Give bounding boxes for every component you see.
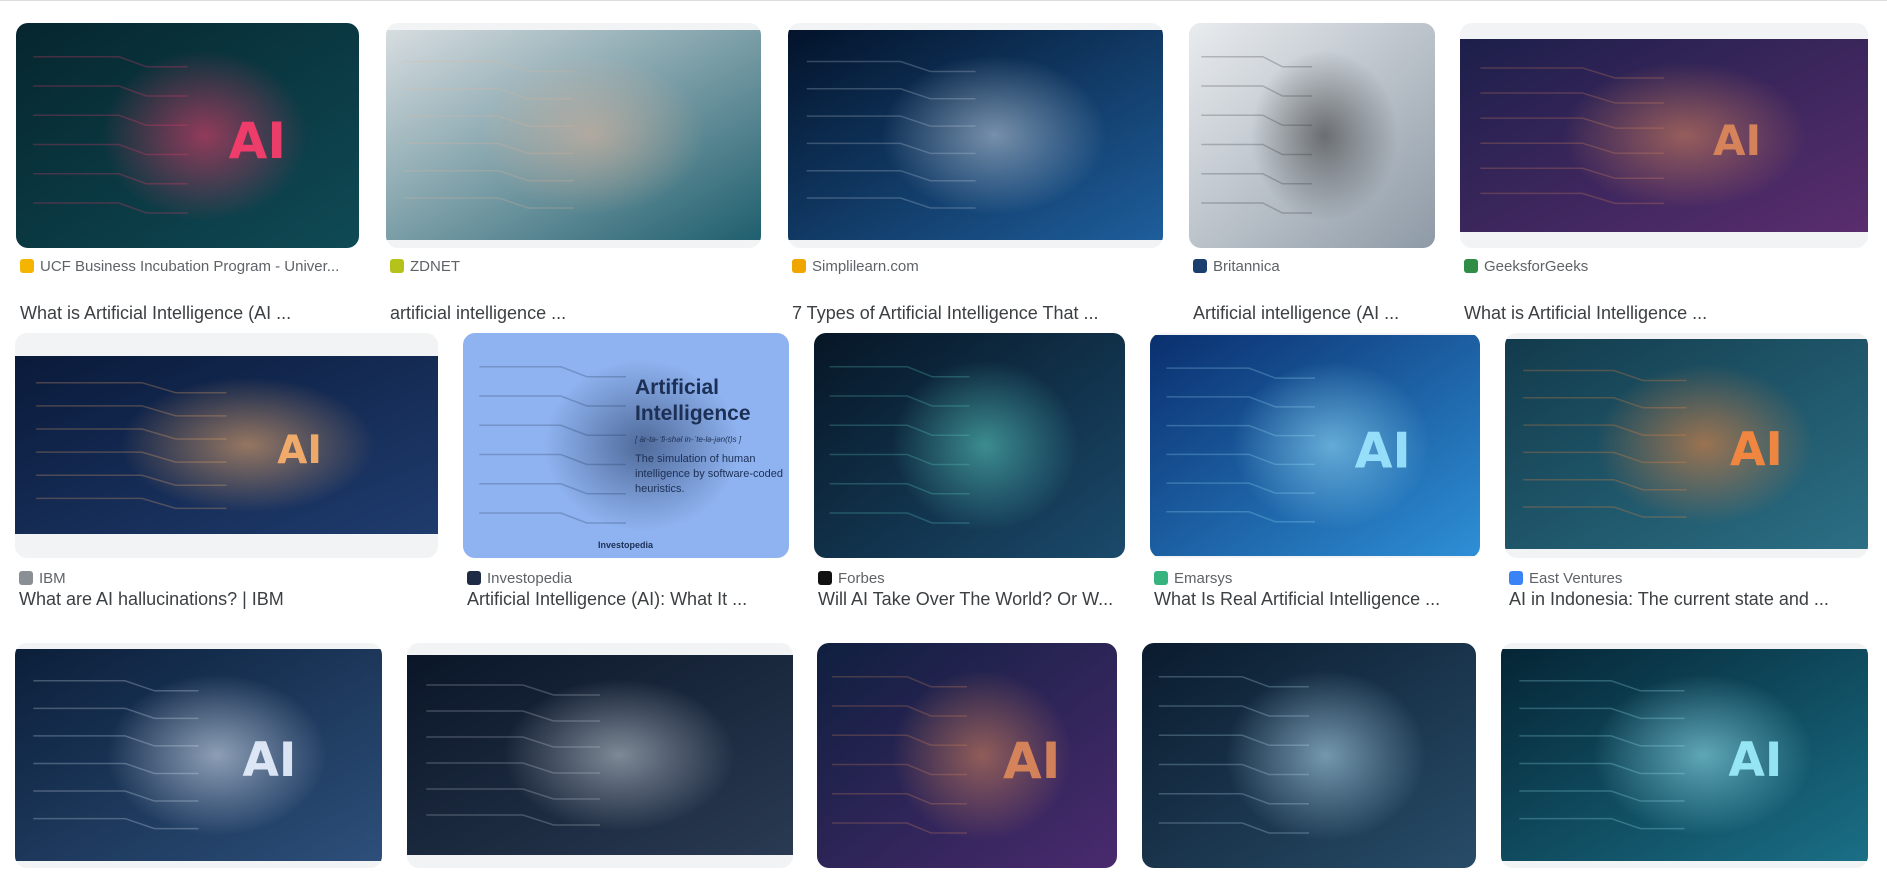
result-card[interactable]: AI [15,643,382,874]
forbes-favicon-icon [818,571,832,585]
thumbnail-image: AI [1150,335,1480,556]
result-card[interactable]: Britannica Artificial intelligence (AI .… [1189,23,1435,323]
result-card[interactable]: AI East Ventures AI in Indonesia: The cu… [1505,333,1868,615]
top-divider [0,0,1887,1]
result-thumbnail[interactable] [814,333,1125,558]
card-pronunciation: [ är-tə-ˈfi-shəl in-ˈte-lə-jən(t)s ] [635,435,742,444]
zdnet-favicon-icon [390,259,404,273]
thumbnail-image [386,30,761,240]
result-card[interactable]: AI GeeksforGeeks What is Artificial Inte… [1460,23,1868,323]
result-thumbnail[interactable]: AI [1505,333,1868,558]
svg-text:AI: AI [277,428,322,473]
thumbnail-image [1189,23,1435,248]
thumbnail-image: AI [1501,649,1868,861]
thumbnail-image [1142,643,1476,868]
thumbnail-image: AI [15,649,382,861]
svg-text:AI: AI [1355,423,1411,480]
result-thumbnail[interactable] [1189,23,1435,248]
svg-text:AI: AI [229,112,286,170]
result-source[interactable]: Simplilearn.com [792,257,1167,275]
geeksforgeeks-favicon-icon [1464,259,1478,273]
result-thumbnail[interactable]: AI [1150,333,1480,558]
result-thumbnail[interactable]: AI [16,23,359,248]
result-thumbnail[interactable] [386,23,761,248]
result-card[interactable]: AI Emarsys What Is Real Artificial Intel… [1150,333,1480,615]
result-thumbnail[interactable]: AI [817,643,1117,868]
result-thumbnail[interactable] [1142,643,1476,868]
result-source[interactable]: Britannica [1193,257,1439,275]
result-source[interactable]: Investopedia [467,569,793,587]
ucf-favicon-icon [20,259,34,273]
thumbnail-image: AI [1505,339,1868,549]
card-body: The simulation of human intelligence by … [635,453,783,495]
card-heading: Artificial Intelligence [635,376,751,425]
result-source[interactable]: ZDNET [390,257,765,275]
thumbnail-image [814,333,1125,558]
investopedia-favicon-icon [467,571,481,585]
result-thumbnail[interactable]: AI [1501,643,1868,868]
result-card[interactable] [1142,643,1476,874]
result-thumbnail[interactable] [788,23,1163,248]
result-title[interactable]: What Is Real Artificial Intelligence ... [1154,587,1484,611]
result-card[interactable] [407,643,793,874]
result-title[interactable]: artificial intelligence ... [390,301,765,325]
result-card[interactable]: Simplilearn.com 7 Types of Artificial In… [788,23,1163,323]
svg-text:AI: AI [1003,732,1060,790]
result-card[interactable]: Forbes Will AI Take Over The World? Or W… [814,333,1125,615]
thumbnail-image: AI [15,356,438,534]
result-title[interactable]: 7 Types of Artificial Intelligence That … [792,301,1167,325]
result-source[interactable]: IBM [19,569,442,587]
result-title[interactable]: Artificial intelligence (AI ... [1193,301,1439,325]
britannica-favicon-icon [1193,259,1207,273]
result-card[interactable]: AI [817,643,1117,874]
result-title[interactable]: Will AI Take Over The World? Or W... [818,587,1129,611]
svg-text:AI: AI [1730,422,1783,476]
result-card[interactable]: Artificial Intelligence [ är-tə-ˈfi-shəl… [463,333,789,615]
ibm-favicon-icon [19,571,33,585]
result-title[interactable]: What are AI hallucinations? | IBM [19,587,442,611]
emarsys-favicon-icon [1154,571,1168,585]
simplilearn-favicon-icon [792,259,806,273]
result-card[interactable]: AI UCF Business Incubation Program - Uni… [16,23,359,323]
result-source[interactable]: East Ventures [1509,569,1872,587]
result-thumbnail[interactable]: AI [15,333,438,558]
thumbnail-image: AI [16,23,359,248]
thumbnail-image: AI [1460,39,1868,232]
thumbnail-image [788,30,1163,240]
result-title[interactable]: Artificial Intelligence (AI): What It ..… [467,587,793,611]
result-title[interactable]: AI in Indonesia: The current state and .… [1509,587,1872,611]
result-thumbnail[interactable]: AI [1460,23,1868,248]
investopedia-card-text: Artificial Intelligence [ är-tə-ˈfi-shəl… [635,375,785,497]
thumbnail-image [407,655,793,855]
result-thumbnail[interactable] [407,643,793,868]
result-card[interactable]: AI IBM What are AI hallucinations? | IBM [15,333,438,615]
result-source[interactable]: Forbes [818,569,1129,587]
eastventures-favicon-icon [1509,571,1523,585]
investopedia-brand: Investopedia [598,540,654,550]
result-card[interactable]: ZDNET artificial intelligence ... [386,23,761,323]
result-thumbnail[interactable]: Artificial Intelligence [ är-tə-ˈfi-shəl… [463,333,789,558]
result-source[interactable]: UCF Business Incubation Program - Univer… [20,257,363,275]
thumbnail-image: AI [817,643,1117,868]
result-thumbnail[interactable]: AI [15,643,382,868]
svg-text:AI: AI [1713,116,1761,165]
result-source[interactable]: Emarsys [1154,569,1484,587]
result-card[interactable]: AI [1501,643,1868,874]
svg-text:AI: AI [243,733,297,788]
result-title[interactable]: What is Artificial Intelligence ... [1464,301,1872,325]
result-source[interactable]: GeeksforGeeks [1464,257,1872,275]
svg-text:AI: AI [1729,733,1783,788]
result-title[interactable]: What is Artificial Intelligence (AI ... [20,301,363,325]
